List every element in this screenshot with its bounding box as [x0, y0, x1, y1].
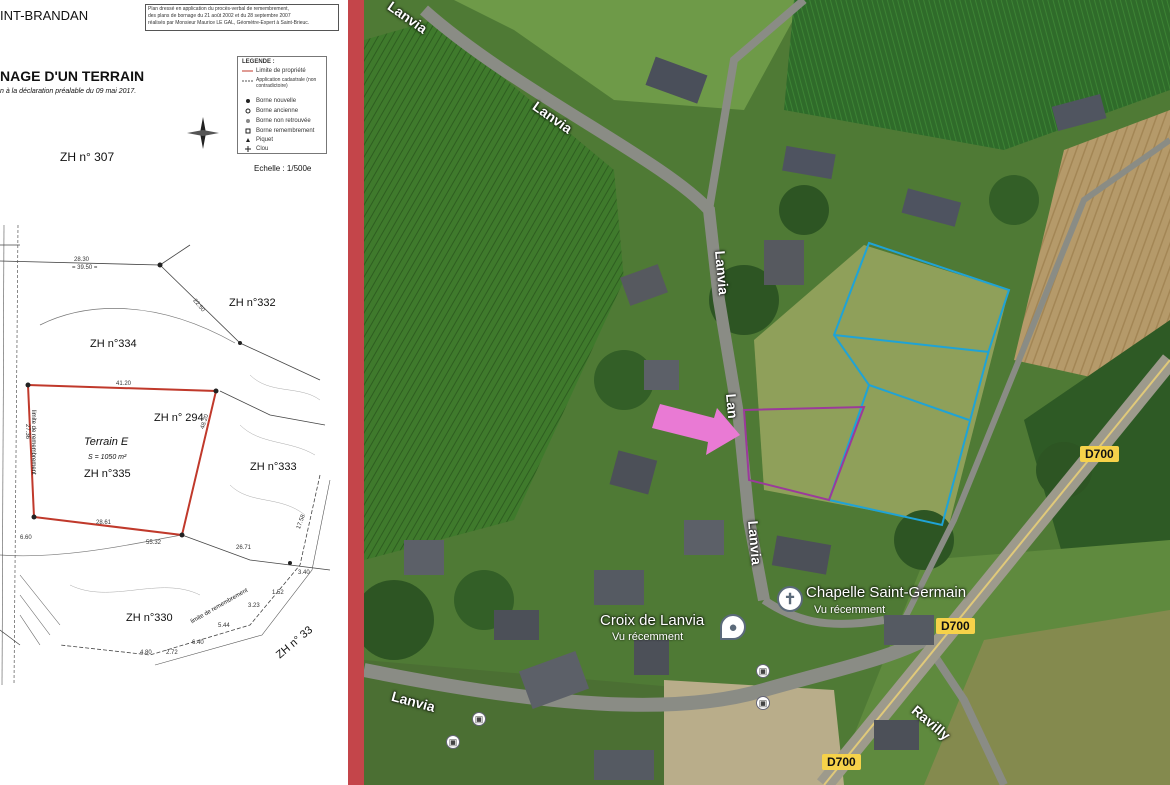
plan-legend: LEGENDE : Limite de propriété Applicatio… — [237, 56, 327, 154]
survey-plan: INT-BRANDAN NAGE D'UN TERRAIN n à la déc… — [0, 0, 348, 785]
plan-scale: Echelle : 1/500e — [254, 164, 312, 173]
north-compass-icon — [187, 117, 219, 149]
parcel-zh334: ZH n°334 — [90, 338, 137, 350]
dim-label: 4.80 — [140, 650, 152, 656]
dim-label: 5.44 — [218, 623, 230, 629]
terrain-label: Terrain E — [84, 436, 129, 448]
parcel-zh294: ZH n° 294 — [154, 412, 204, 424]
bus-stop-icon[interactable]: ▣ — [756, 696, 770, 710]
dim-label: 26.71 — [236, 545, 252, 551]
place-name-croix[interactable]: Croix de Lanvia — [600, 612, 704, 629]
dim-label: 28.30 — [74, 257, 90, 263]
dim-label: 27.36 — [24, 424, 30, 440]
parcel-zh330: ZH n°330 — [126, 612, 173, 624]
dim-label: 2.72 — [166, 650, 178, 656]
dim-label: 55.32 — [146, 540, 162, 546]
cadastral-drawing — [0, 225, 348, 685]
parcel-zh332: ZH n°332 — [229, 297, 276, 309]
place-name-chapelle[interactable]: Chapelle Saint-Germain — [806, 584, 966, 601]
legend-symbols-icon — [242, 70, 253, 152]
plan-subtitle: n à la déclaration préalable du 09 mai 2… — [0, 88, 137, 95]
notice-line: des plans de bornage du 21 août 2002 et … — [148, 13, 291, 19]
dim-label: 6.60 — [20, 535, 32, 541]
commune-name: INT-BRANDAN — [0, 8, 89, 23]
dim-label: 28.61 — [96, 520, 112, 526]
plan-notice: Plan dressé en application du procès-ver… — [145, 4, 339, 31]
terrain-surface: S = 1050 m² — [88, 454, 127, 461]
place-note-chapelle: Vu récemment — [814, 604, 886, 616]
bus-stop-icon[interactable]: ▣ — [472, 712, 486, 726]
bus-stop-icon[interactable]: ▣ — [446, 735, 460, 749]
route-tag-d700: D700 — [936, 618, 975, 634]
panel-divider — [348, 0, 364, 785]
notice-line: Plan dressé en application du procès-ver… — [148, 6, 289, 12]
road-label-lan: Lan — [723, 393, 742, 420]
plan-title: NAGE D'UN TERRAIN — [0, 68, 145, 84]
place-note-croix: Vu récemment — [612, 631, 684, 643]
dim-label: 1.52 — [272, 590, 284, 596]
dim-label: 41.20 — [116, 381, 132, 387]
parcel-zh335: ZH n°335 — [84, 468, 131, 480]
parcel-zh333: ZH n°333 — [250, 461, 297, 473]
aerial-map[interactable]: Lanvia Lanvia Lanvia Lan Lanvia Lanvia R… — [364, 0, 1170, 785]
parcel-zh307: ZH n° 307 — [60, 150, 115, 164]
bus-stop-icon[interactable]: ▣ — [756, 664, 770, 678]
route-tag-d700: D700 — [822, 754, 861, 770]
dim-label: = 39.50 = — [72, 265, 98, 271]
route-tag-d700: D700 — [1080, 446, 1119, 462]
notice-line: réalisés par Monsieur Maurice LE GAL, Gé… — [148, 20, 310, 26]
dim-label: 3.23 — [248, 603, 260, 609]
dim-label: 6.40 — [192, 640, 204, 646]
cross-pin-icon[interactable]: ● — [720, 614, 746, 640]
edge-label: limite de remembrement — [30, 410, 36, 475]
dim-label: 3.40 — [298, 570, 310, 576]
chapel-pin-icon[interactable]: ✝ — [777, 586, 803, 612]
